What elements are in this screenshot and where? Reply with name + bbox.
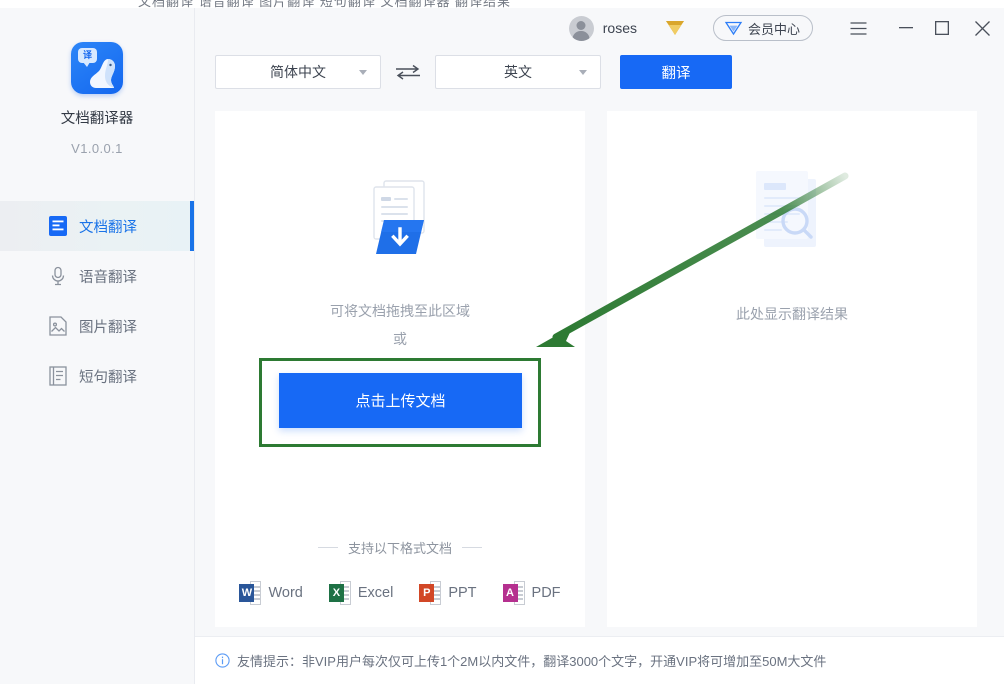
pdf-file-icon: A — [503, 581, 525, 605]
titlebar: roses 会员中心 — [195, 8, 1004, 48]
drag-hint: 可将文档拖拽至此区域 或 — [215, 297, 585, 353]
upload-button-highlight: 点击上传文档 — [259, 358, 541, 447]
info-circle-icon — [215, 653, 230, 668]
target-language-value: 英文 — [504, 62, 532, 82]
ppt-file-letter: P — [419, 584, 434, 602]
user-avatar-icon — [569, 16, 594, 41]
word-file-icon: W — [239, 581, 261, 605]
vip-center-button[interactable]: 会员中心 — [713, 15, 813, 41]
artifact-text: 文档翻译 语音翻译 图片翻译 短句翻译 文档翻译器 翻译结果 — [138, 0, 511, 8]
sidebar-item-label: 文档翻译 — [79, 216, 137, 237]
gold-gem-icon[interactable] — [663, 18, 687, 38]
drop-zone[interactable]: 可将文档拖拽至此区域 或 — [215, 173, 585, 353]
user-name: roses — [603, 20, 637, 36]
or-divider-text: 或 — [215, 325, 585, 353]
close-button[interactable] — [960, 8, 1004, 48]
maximize-button[interactable] — [924, 8, 960, 48]
word-file-letter: W — [239, 584, 254, 602]
source-language-value: 简体中文 — [270, 62, 326, 82]
chevron-down-icon — [579, 70, 587, 75]
format-item-ppt[interactable]: P PPT — [419, 581, 476, 605]
text-lines-icon — [48, 366, 68, 386]
sidebar-item-label: 语音翻译 — [79, 266, 137, 287]
content-area: 简体中文 英文 翻译 — [195, 48, 1004, 636]
format-label: Word — [268, 585, 302, 601]
divider-left — [318, 547, 338, 548]
ppt-file-icon: P — [419, 581, 441, 605]
app-version: V1.0.0.1 — [0, 141, 194, 156]
excel-file-icon: X — [329, 581, 351, 605]
pdf-file-letter: A — [503, 584, 518, 602]
formats-list: W Word X Excel P — [215, 581, 585, 605]
format-item-pdf[interactable]: A PDF — [503, 581, 561, 605]
app-name: 文档翻译器 — [0, 107, 194, 128]
excel-file-letter: X — [329, 584, 344, 602]
language-toolbar: 简体中文 英文 翻译 — [215, 55, 732, 89]
image-icon — [48, 316, 68, 336]
formats-title-text: 支持以下格式文档 — [348, 538, 452, 557]
sidebar: 译 文档翻译器 V1.0.0.1 — [0, 8, 195, 684]
app-window: 文档翻译 语音翻译 图片翻译 短句翻译 文档翻译器 翻译结果 译 文档翻译器 V… — [0, 0, 1004, 684]
drag-hint-line: 可将文档拖拽至此区域 — [215, 297, 585, 325]
minimize-button[interactable] — [888, 8, 924, 48]
logo-bird-glyph — [89, 56, 117, 90]
format-label: PPT — [448, 585, 476, 601]
sidebar-item-label: 短句翻译 — [79, 366, 137, 387]
vip-center-label: 会员中心 — [748, 19, 800, 38]
sidebar-item-voice-translate[interactable]: 语音翻译 — [0, 251, 194, 301]
translate-button[interactable]: 翻译 — [620, 55, 732, 89]
user-account[interactable]: roses — [569, 16, 637, 41]
background-window-artifact: 文档翻译 语音翻译 图片翻译 短句翻译 文档翻译器 翻译结果 — [0, 0, 1004, 8]
sidebar-item-document-translate[interactable]: 文档翻译 — [0, 201, 194, 251]
status-bar: 友情提示：非VIP用户每次仅可上传1个2M以内文件，翻译3000个文字，开通VI… — [195, 636, 1004, 684]
format-item-excel[interactable]: X Excel — [329, 581, 393, 605]
target-language-select[interactable]: 英文 — [435, 55, 601, 89]
document-search-icon — [738, 159, 846, 267]
app-logo-bird-icon: 译 — [71, 42, 123, 94]
brand-block: 译 文档翻译器 V1.0.0.1 — [0, 8, 194, 156]
format-label: Excel — [358, 585, 393, 601]
sidebar-item-label: 图片翻译 — [79, 316, 137, 337]
sidebar-nav: 文档翻译 语音翻译 — [0, 201, 194, 401]
formats-title-row: 支持以下格式文档 — [215, 538, 585, 557]
divider-right — [462, 547, 482, 548]
supported-formats: 支持以下格式文档 W Word X — [215, 538, 585, 605]
hamburger-menu-icon[interactable] — [840, 8, 876, 48]
document-translate-icon — [48, 216, 68, 236]
document-download-icon — [346, 173, 454, 281]
format-item-word[interactable]: W Word — [239, 581, 302, 605]
format-label: PDF — [532, 585, 561, 601]
chevron-down-icon — [359, 70, 367, 75]
microphone-icon — [48, 266, 68, 286]
upload-document-button[interactable]: 点击上传文档 — [279, 373, 522, 428]
result-placeholder: 此处显示翻译结果 — [607, 304, 977, 324]
upload-panel[interactable]: 可将文档拖拽至此区域 或 点击上传文档 支持以下格式文档 W — [215, 111, 585, 627]
result-panel: 此处显示翻译结果 — [607, 111, 977, 627]
source-language-select[interactable]: 简体中文 — [215, 55, 381, 89]
sidebar-item-sentence-translate[interactable]: 短句翻译 — [0, 351, 194, 401]
blue-gem-icon — [724, 20, 743, 36]
sidebar-item-image-translate[interactable]: 图片翻译 — [0, 301, 194, 351]
footer-tip-text: 友情提示：非VIP用户每次仅可上传1个2M以内文件，翻译3000个文字，开通VI… — [237, 651, 826, 670]
swap-arrows-icon[interactable] — [381, 64, 435, 80]
